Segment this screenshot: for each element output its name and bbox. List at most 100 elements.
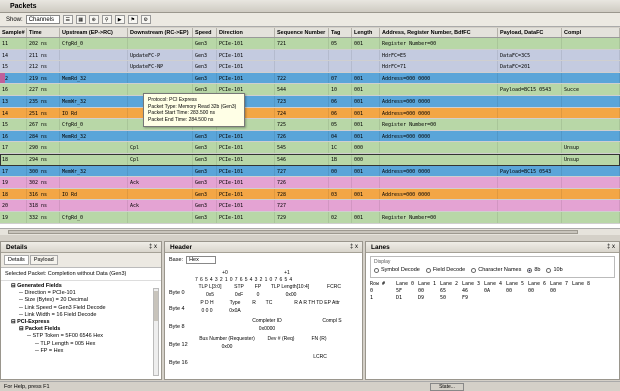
display-legend: Display (374, 259, 391, 265)
packet-grid-hscroll[interactable] (0, 228, 620, 235)
packet-cell: 724 (275, 107, 329, 119)
tree-node[interactable]: ─ Size (Bytes) = 20 Decimal (5, 297, 157, 304)
radio-character-names[interactable]: Character Names (471, 267, 521, 273)
column-header[interactable]: Speed (193, 28, 217, 37)
packet-row[interactable]: 16 227 ns Gen3 PCIe-101 544 10 001 Payload=BC15… (0, 84, 620, 96)
column-header[interactable]: Payload, DataFC (498, 28, 562, 37)
packet-row[interactable]: 15267 nsCfgRd_0Gen3PCIe-10172505001Regis… (0, 119, 620, 131)
packet-cell (562, 61, 620, 72)
tree-node[interactable]: ─ Link Width = 16 Field Decode (5, 312, 157, 319)
packet-row[interactable]: 15 212 ns UpdateFC-NP Gen3 PCIe-101 HdrFC=71 D… (0, 61, 620, 73)
packet-row[interactable]: 20 318 ns Ack Gen3 PCIe-101 727 (0, 200, 620, 212)
column-header[interactable]: Address, Register Number, BdfFC (380, 28, 498, 37)
field-compl-s: Compl S (322, 318, 342, 324)
packet-cell (498, 200, 562, 211)
details-vscroll-thumb[interactable] (154, 291, 158, 321)
radio-8b[interactable]: 8b (527, 267, 540, 273)
packet-cell: Succe (562, 84, 620, 95)
details-vscroll[interactable] (153, 288, 159, 376)
packet-row[interactable]: 19 302 ns Ack Gen3 PCIe-101 726 (0, 177, 620, 189)
packet-cell (562, 165, 620, 177)
tab-details[interactable]: Details (4, 255, 29, 265)
columns-icon[interactable]: ▦ (75, 15, 86, 24)
packet-cell: 723 (275, 95, 329, 107)
packet-cell (562, 38, 620, 49)
packet-row[interactable]: 16 284 ns MemRd_32 Gen3 PCIe-101 726 04 001 Addr… (0, 130, 620, 143)
packet-cell (562, 95, 620, 107)
show-select[interactable]: Channels (25, 15, 60, 24)
lane-cell: F9 (462, 295, 469, 301)
packet-cell: Register Number=00 (380, 38, 498, 49)
column-header[interactable]: Tag (329, 28, 352, 37)
column-header[interactable]: Sample# (0, 28, 27, 37)
radio-symbol-decode-label: Symbol Decode (381, 267, 420, 273)
find-next-icon[interactable]: ▶ (114, 15, 125, 24)
pin-close-icon[interactable]: ‡ x (607, 244, 615, 250)
tree-node[interactable]: ─ STP Token = 5F00 6546 Hex (5, 333, 157, 340)
packet-cell (352, 61, 380, 72)
packet-cell: PCIe-101 (217, 142, 275, 153)
search-icon[interactable]: ⚲ (101, 15, 112, 24)
packet-row[interactable]: 17 300 ns MemWr_32 Gen3 PCIe-101 727 00 001 Addr… (0, 165, 620, 178)
settings-icon[interactable]: ⚙ (140, 15, 151, 24)
lane-cell (528, 295, 550, 302)
packet-cell: 722 (275, 72, 329, 84)
packet-row[interactable]: 12 219 ns MemRd_32 Gen3 PCIe-101 722 07 001 Addr… (0, 72, 620, 85)
packet-cell: Address=000 0000 (380, 130, 498, 142)
packet-cell: Gen3 (193, 38, 217, 49)
bookmark-icon[interactable]: ⚑ (127, 15, 138, 24)
radio-symbol-decode[interactable]: Symbol Decode (374, 267, 420, 273)
filter-icon[interactable]: ☰ (62, 15, 73, 24)
packet-cell: 001 (352, 38, 380, 49)
packet-cell: HdrFC=71 (380, 61, 498, 72)
packet-row[interactable]: 17 290 ns Cpl Gen3 PCIe-101 545 1C 000 Unsup (0, 142, 620, 154)
tab-payload[interactable]: Payload (29, 255, 58, 265)
radio-10b[interactable]: 10b (546, 267, 563, 273)
expand-icon[interactable]: ⊕ (88, 15, 99, 24)
packet-cell (352, 200, 380, 211)
packet-cell: PCIe-101 (217, 72, 275, 84)
column-header[interactable]: Direction (217, 28, 275, 37)
packet-grid-header: Sample# Time Upstream (EP->RC) Downstream (… (0, 28, 620, 38)
column-header[interactable]: Sequence Number (275, 28, 329, 37)
tree-node[interactable]: ─ Link Speed = Gen3 Field Decode (5, 305, 157, 312)
pin-close-icon[interactable]: ‡ x (350, 244, 358, 250)
lane-cell: 65 (440, 288, 447, 294)
field-r: R (252, 300, 256, 306)
tree-node[interactable]: ─ Direction = PCIe-101 (5, 290, 157, 297)
field-pdh: P D H (200, 300, 214, 306)
packet-row[interactable]: 14 211 ns UpdateFC-P Gen3 PCIe-101 HdrFC=E5 Da… (0, 49, 620, 62)
pin-close-icon[interactable]: ‡ x (149, 244, 157, 250)
column-header[interactable]: Length (352, 28, 380, 37)
packet-cell (329, 177, 352, 188)
column-header[interactable]: Downstream (RC->EP) (128, 28, 193, 37)
packet-row[interactable]: 19 332 ns CfgRd_0 Gen3 PCIe-101 729 02 001 Regis… (0, 211, 620, 224)
packet-cell: Gen3 (193, 177, 217, 188)
packet-cell: Address=000 0000 (380, 188, 498, 200)
header-title: Header ‡ x (165, 242, 362, 253)
packet-cell: 18 (0, 188, 27, 200)
base-select[interactable]: Hex (186, 256, 217, 264)
tree-node[interactable]: ─ FP = Hex (5, 348, 157, 355)
tree-node[interactable]: ⊟ Generated Fields (5, 283, 157, 290)
packet-row[interactable]: 11 202 ns CfgRd_0 Gen3 PCIe-101 721 05 001 Regis… (0, 38, 620, 50)
tree-node[interactable]: ⊟ PCI-Express (5, 319, 157, 326)
packet-cell: HdrFC=E5 (380, 49, 498, 61)
column-header[interactable]: Upstream (EP->RC) (60, 28, 128, 37)
radio-field-decode[interactable]: Field Decode (425, 267, 465, 273)
packet-cell: 000 (352, 142, 380, 153)
lane-row[interactable]: 1 D1 D9 50 F9 (370, 295, 615, 302)
tree-node[interactable]: ⊟ Packet Fields (5, 326, 157, 333)
tree-node[interactable]: ─ TLP Length = 005 Hex (5, 341, 157, 348)
packet-row[interactable]: 18 294 ns Cpl Gen3 PCIe-101 546 1B 000 Unsup (0, 153, 620, 166)
column-header[interactable]: Compl (562, 28, 620, 37)
packet-row[interactable]: 18 316 ns IO Rd Gen3 PCIe-101 728 03 001 Address… (0, 188, 620, 201)
header-field-grid: +0 +1 7 6 5 4 3 2 1 0 7 6 5 4 3 2 1 0 7 … (167, 270, 357, 379)
packet-row[interactable]: 14251 nsIO RdGen3PCIe-10172406001Address… (0, 107, 620, 120)
status-help-text: For Help, press F1 (4, 384, 50, 390)
hscroll-thumb[interactable] (8, 230, 578, 234)
lane-row[interactable]: 0 5F 00 65 46 0A 00 00 00 (370, 288, 615, 295)
packet-cell (380, 177, 498, 188)
packet-row[interactable]: 13235 nsMemWr_32Gen3PCIe-10172306001Addr… (0, 95, 620, 108)
column-header[interactable]: Time (27, 28, 60, 37)
